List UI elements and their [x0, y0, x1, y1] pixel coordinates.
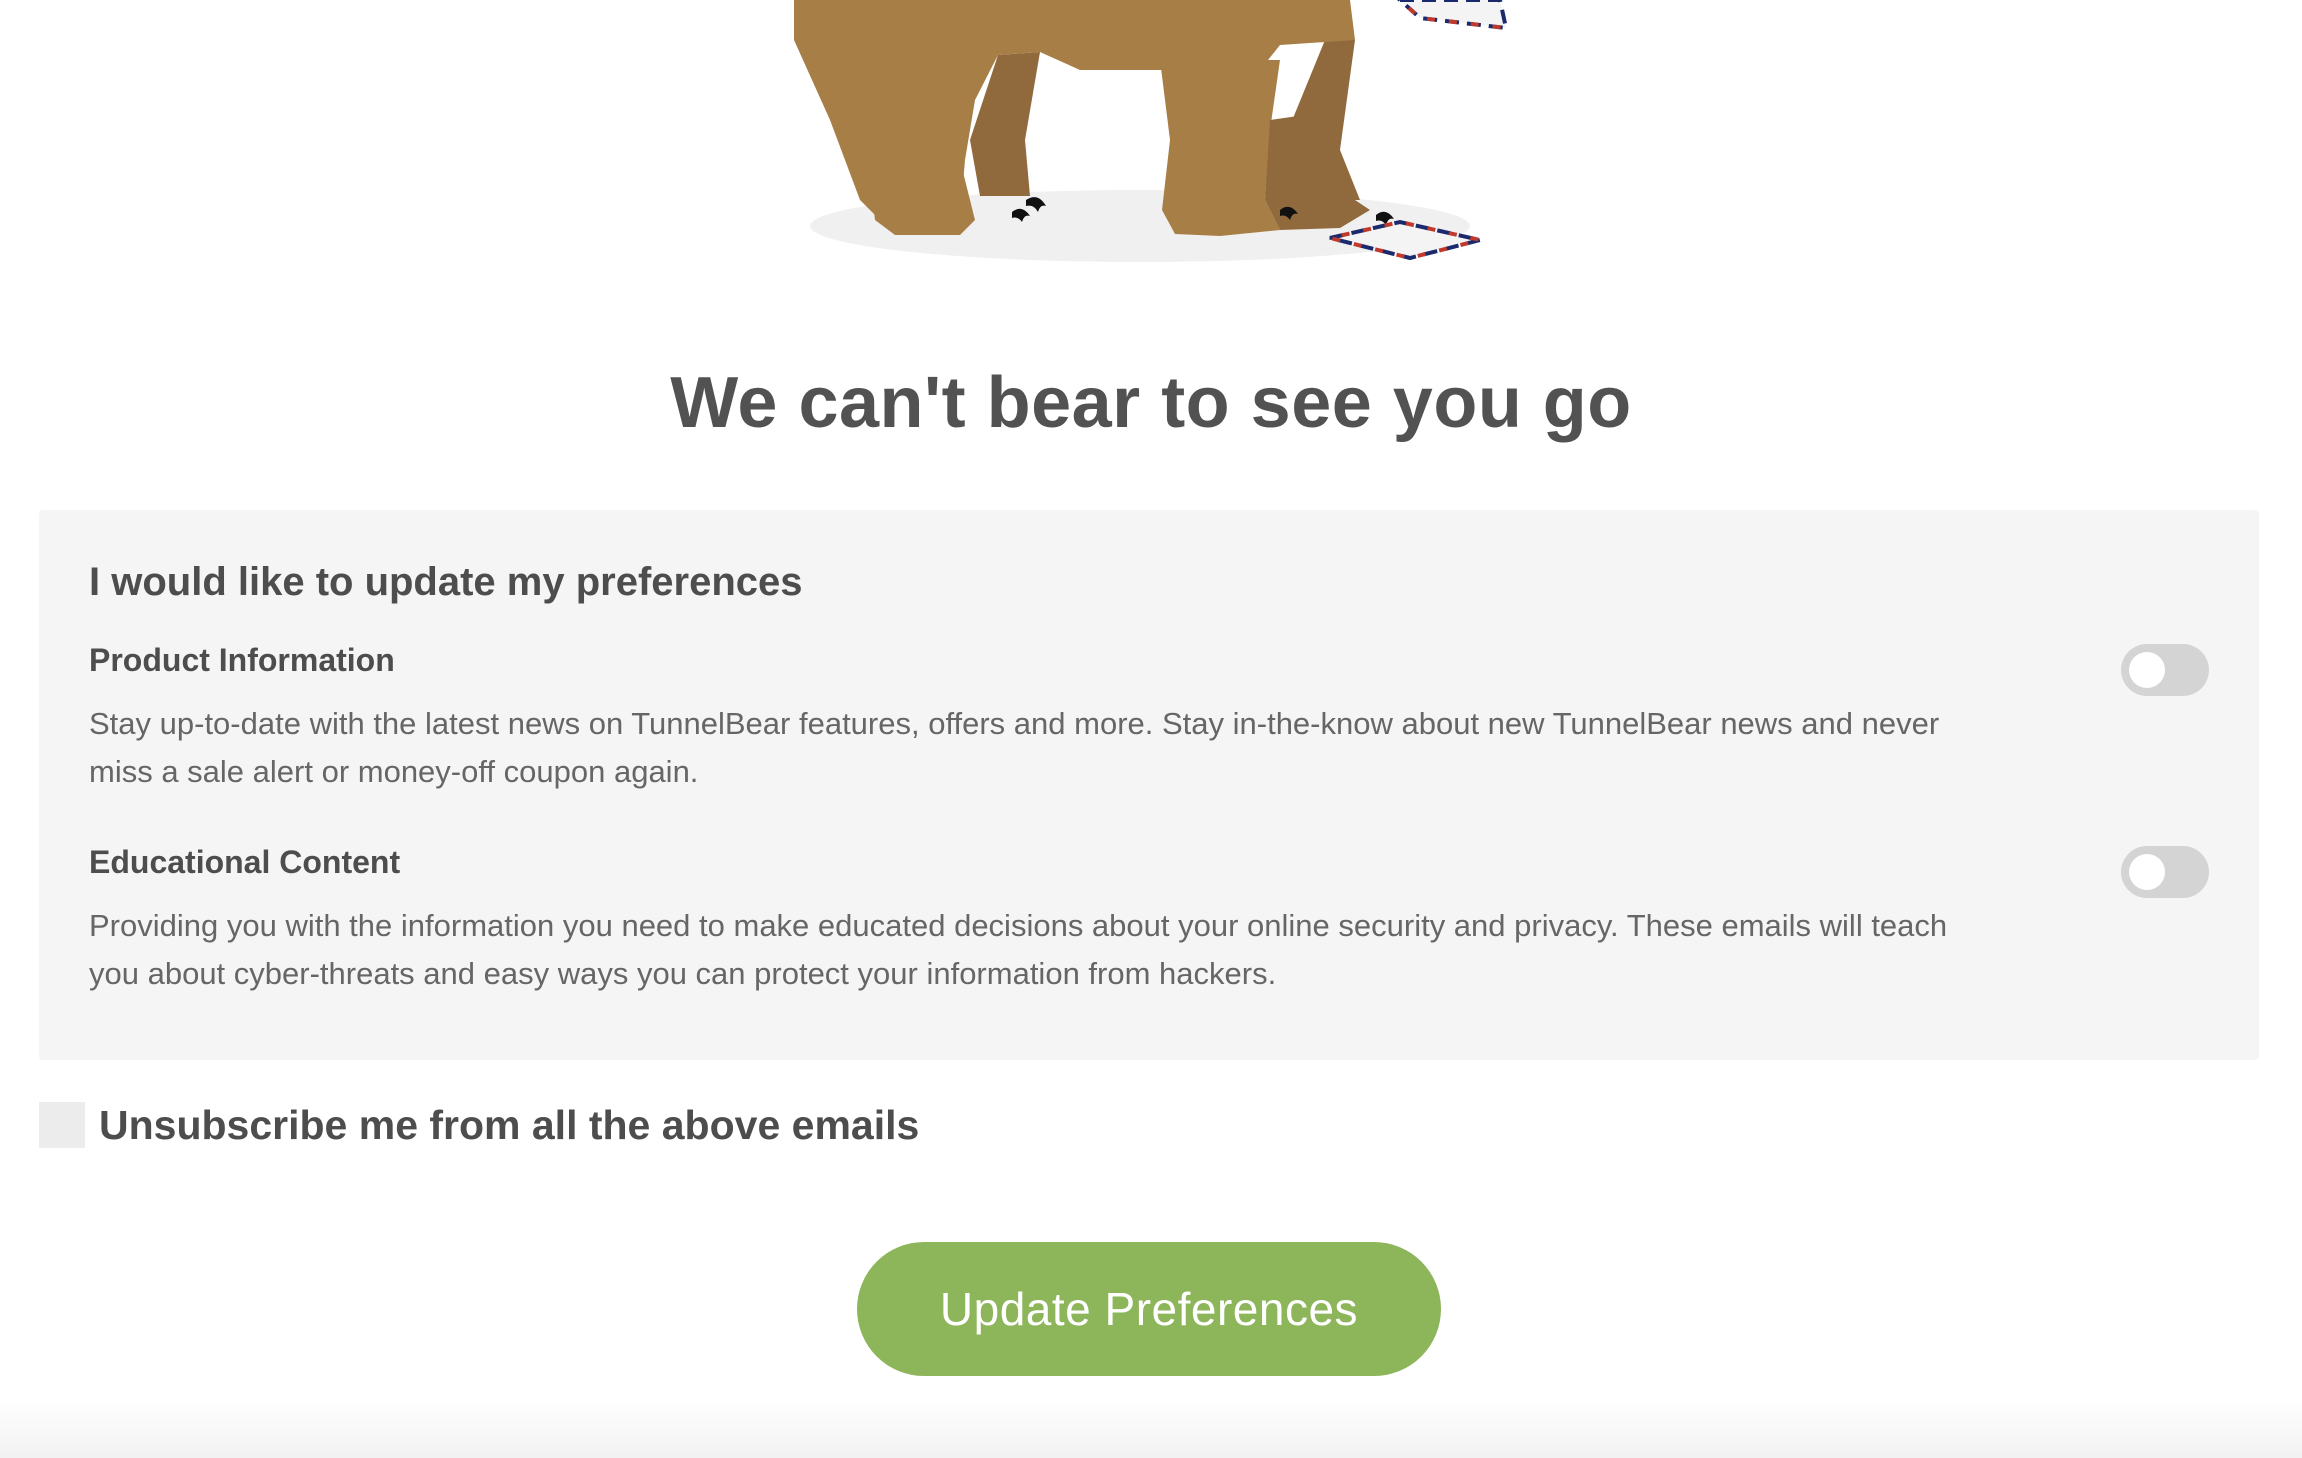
toggle-knob: [2129, 652, 2165, 688]
unsubscribe-page: We can't bear to see you go I would like…: [0, 0, 2302, 1458]
footer-edge: [0, 1400, 2302, 1458]
educational-content-toggle[interactable]: [2121, 846, 2209, 898]
preference-name: Educational Content: [89, 844, 401, 880]
unsubscribe-all-row: Unsubscribe me from all the above emails: [39, 1102, 919, 1148]
unsubscribe-all-checkbox[interactable]: [39, 1102, 85, 1148]
preference-description: Providing you with the information you n…: [89, 908, 1948, 991]
unsubscribe-all-label[interactable]: Unsubscribe me from all the above emails: [99, 1102, 919, 1149]
preference-name: Product Information: [89, 642, 395, 678]
preferences-title: I would like to update my preferences: [89, 560, 803, 604]
page-title: We can't bear to see you go: [670, 363, 1632, 443]
toggle-knob: [2129, 854, 2165, 890]
preference-description: Stay up-to-date with the latest news on …: [89, 706, 1940, 789]
product-information-toggle[interactable]: [2121, 644, 2209, 696]
preferences-panel: I would like to update my preferences Pr…: [39, 510, 2259, 1060]
preference-educational-content: Educational Content Providing you with t…: [89, 842, 2209, 998]
update-preferences-button[interactable]: Update Preferences: [857, 1242, 1441, 1376]
bear-illustration: [794, 0, 1509, 262]
preference-product-information: Product Information Stay up-to-date with…: [89, 640, 2209, 796]
